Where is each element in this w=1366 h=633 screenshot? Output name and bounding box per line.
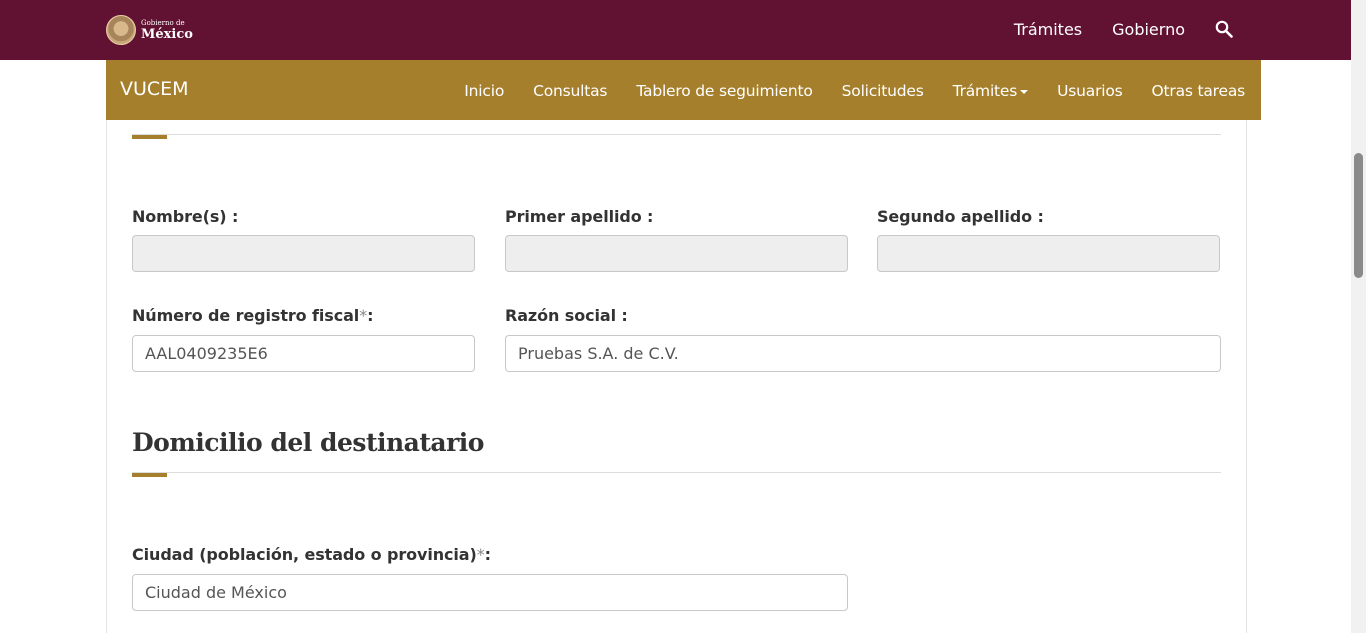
government-header: Gobierno de México Trámites Gobierno — [0, 0, 1351, 60]
scrollbar-thumb[interactable] — [1354, 153, 1363, 278]
menu-item-inicio[interactable]: Inicio — [464, 82, 504, 100]
section-divider — [132, 472, 1221, 473]
ciudad-label-colon: : — [484, 545, 491, 564]
primer-apellido-label: Primer apellido : — [505, 207, 654, 226]
nombre-input[interactable] — [132, 235, 475, 272]
section-divider — [132, 134, 1221, 135]
required-asterisk: * — [476, 545, 485, 564]
logo-text-big: México — [141, 26, 193, 42]
razon-social-label: Razón social : — [505, 306, 628, 325]
government-nav: Trámites Gobierno — [984, 20, 1233, 39]
nav-link-gobierno[interactable]: Gobierno — [1112, 20, 1185, 39]
menu-item-usuarios[interactable]: Usuarios — [1057, 82, 1123, 100]
ciudad-label-text: Ciudad (población, estado o provincia) — [132, 545, 477, 564]
section-divider-accent — [132, 473, 167, 477]
rfc-label-colon: : — [367, 306, 374, 325]
menu-item-consultas[interactable]: Consultas — [533, 82, 607, 100]
menu-item-tramites-label: Trámites — [952, 82, 1018, 100]
primer-apellido-input[interactable] — [505, 235, 848, 272]
form-card: Nombre(s) : Primer apellido : Segundo ap… — [106, 120, 1247, 633]
menu-item-solicitudes[interactable]: Solicitudes — [842, 82, 924, 100]
gobierno-de-mexico-logo[interactable]: Gobierno de México — [106, 15, 193, 45]
rfc-label: Número de registro fiscal*: — [132, 306, 374, 325]
ciudad-label: Ciudad (población, estado o provincia)*: — [132, 545, 491, 564]
national-seal-icon — [106, 15, 136, 45]
menu-item-otras-tareas[interactable]: Otras tareas — [1152, 82, 1246, 100]
vucem-navbar: VUCEM Inicio Consultas Tablero de seguim… — [106, 60, 1261, 120]
search-icon[interactable] — [1215, 20, 1233, 38]
ciudad-input[interactable]: Ciudad de México — [132, 574, 848, 611]
razon-social-input[interactable]: Pruebas S.A. de C.V. — [505, 335, 1221, 372]
rfc-label-text: Número de registro fiscal — [132, 306, 360, 325]
required-asterisk: * — [359, 306, 368, 325]
rfc-input[interactable]: AAL0409235E6 — [132, 335, 475, 372]
caret-down-icon — [1020, 89, 1029, 94]
segundo-apellido-label: Segundo apellido : — [877, 207, 1044, 226]
segundo-apellido-input[interactable] — [877, 235, 1220, 272]
nav-link-tramites[interactable]: Trámites — [1014, 20, 1082, 39]
page-scrollbar[interactable] — [1351, 0, 1366, 633]
section-divider-accent — [132, 135, 167, 139]
vucem-brand[interactable]: VUCEM — [120, 78, 189, 100]
domicilio-section-title: Domicilio del destinatario — [132, 428, 484, 457]
logo-text: Gobierno de México — [141, 18, 193, 42]
vucem-menu: Inicio Consultas Tablero de seguimiento … — [435, 82, 1245, 100]
logo-text-small: Gobierno de — [141, 18, 185, 27]
nombre-label: Nombre(s) : — [132, 207, 239, 226]
menu-item-tablero[interactable]: Tablero de seguimiento — [636, 82, 813, 100]
menu-item-tramites-dropdown[interactable]: Trámites — [953, 82, 1029, 100]
